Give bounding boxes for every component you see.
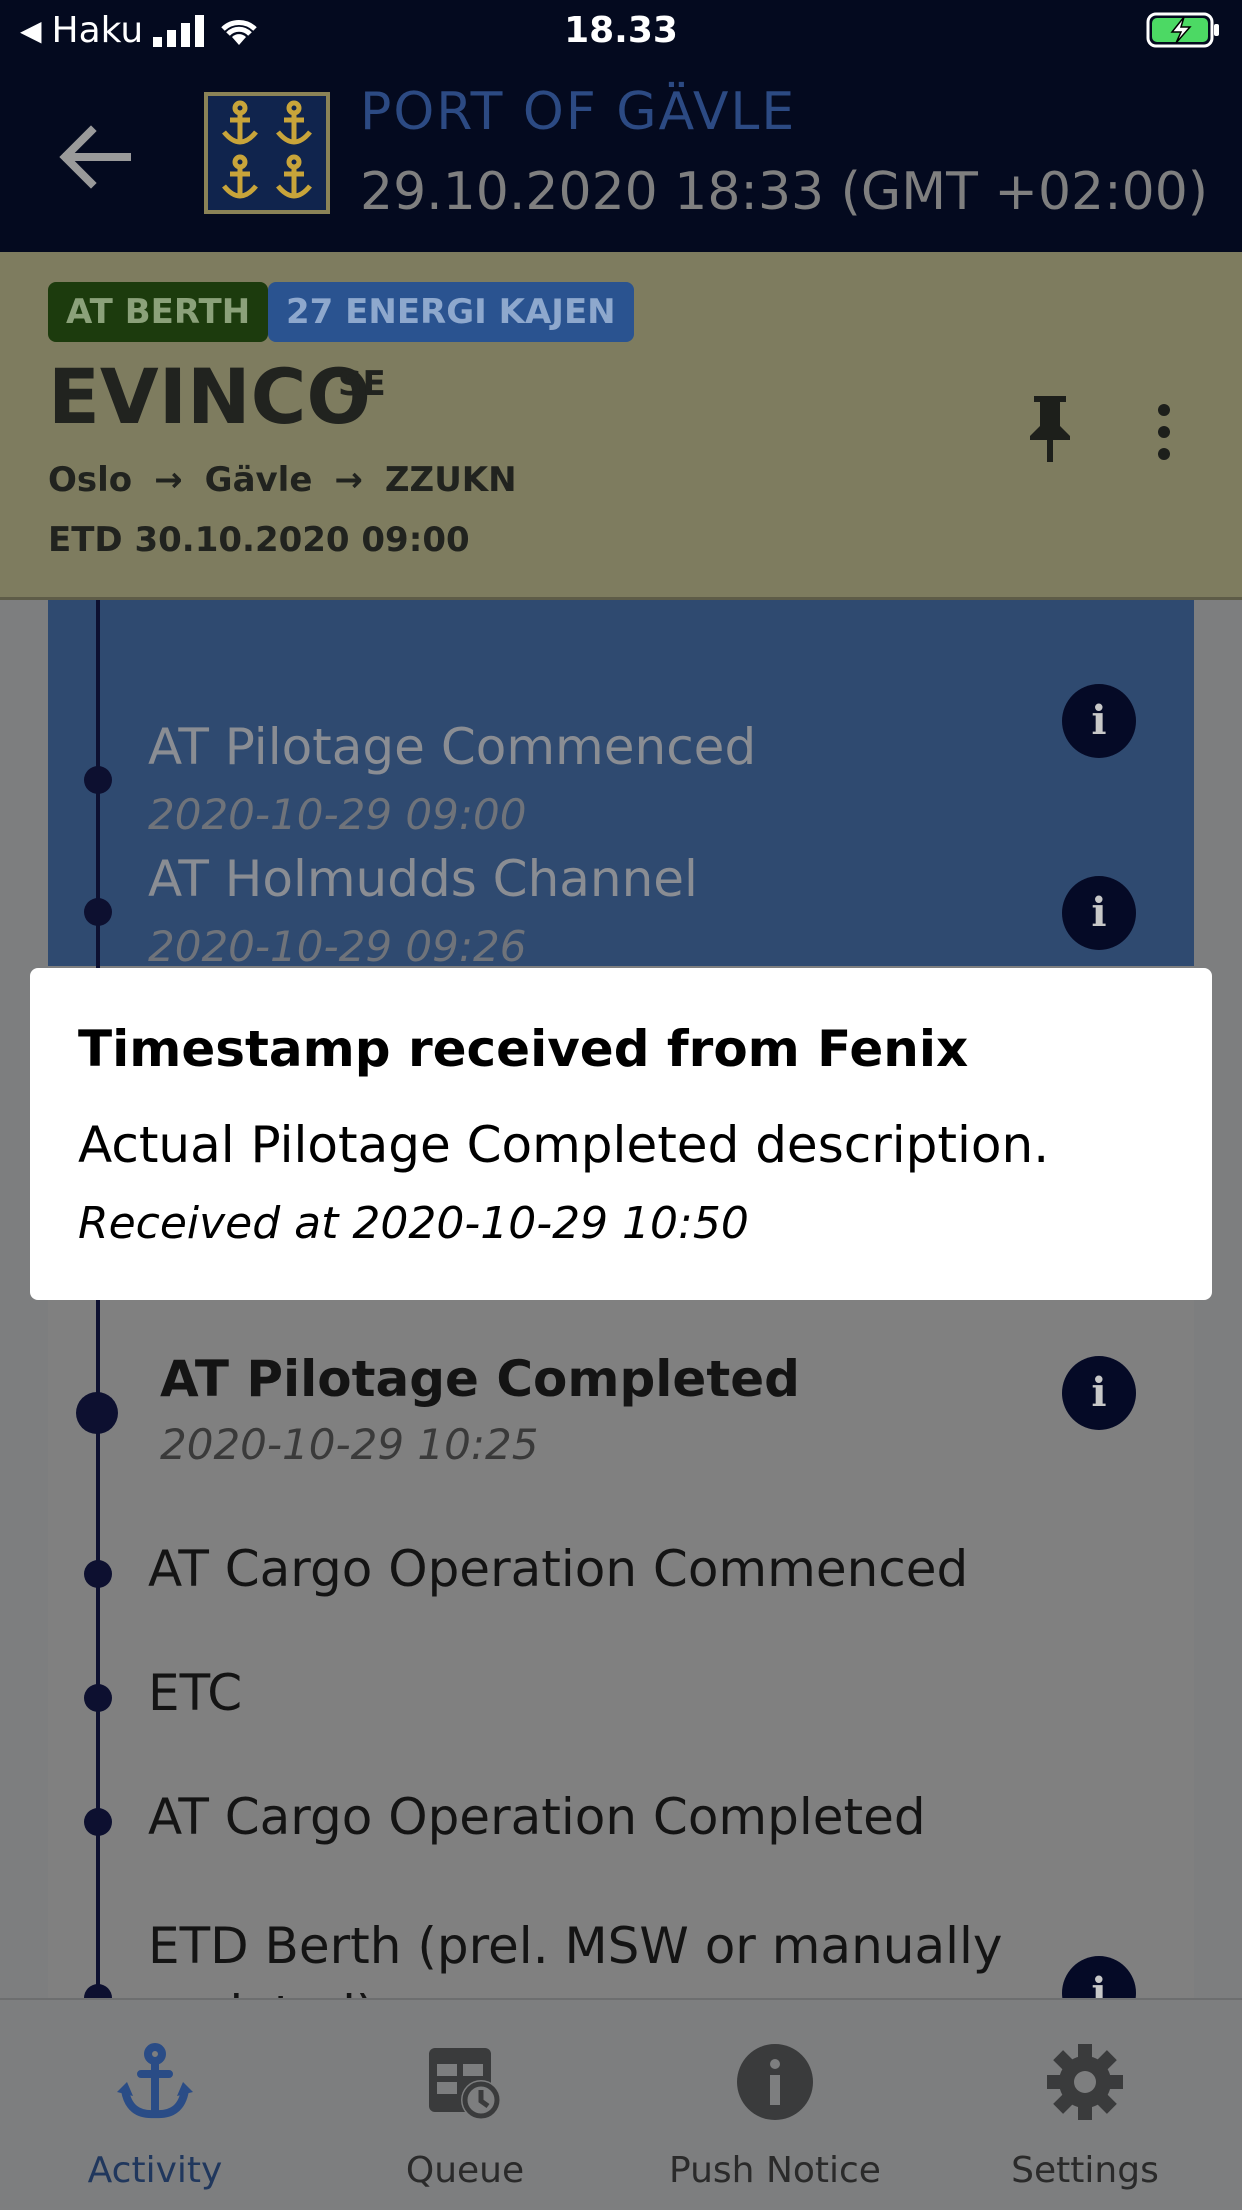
port-name: PORT OF GÄVLE [360, 82, 797, 142]
clock: 18.33 [564, 10, 678, 51]
timeline-item[interactable]: AT Pilotage Completed 2020-10-29 10:25 [48, 1320, 1194, 1500]
dialog-description: Actual Pilotage Completed description. [78, 1116, 1050, 1174]
info-icon[interactable]: i [1062, 876, 1136, 950]
event-title: AT Pilotage Commenced [148, 718, 757, 776]
vessel-flag: SE [338, 364, 386, 404]
calendar-clock-icon [429, 2048, 501, 2120]
timeline-item[interactable]: AT Pilotage Commenced 2020-10-29 09:00 [48, 660, 1194, 840]
etd-label: ETD 30.10.2020 09:00 [48, 520, 470, 560]
port-logo [204, 92, 330, 214]
timestamp-dialog[interactable]: Timestamp received from Fenix Actual Pil… [30, 968, 1212, 1300]
vessel-name: EVINCO [48, 352, 371, 441]
timeline-item[interactable]: ETD Berth (prel. MSW or manually updated… [48, 1892, 1194, 1998]
dialog-title: Timestamp received from Fenix [78, 1020, 969, 1078]
event-date: 2020-10-29 09:26 [148, 922, 527, 971]
timeline-item[interactable]: ETC [48, 1644, 1194, 1754]
timeline-item[interactable]: AT Cargo Operation Commenced [48, 1520, 1194, 1630]
tab-label: Queue [405, 2150, 525, 2191]
vessel-panel: AT BERTH 27 ENERGI KAJEN EVINCO SE Oslo … [0, 252, 1242, 600]
status-badge: AT BERTH [48, 282, 269, 342]
app-header: PORT OF GÄVLE 29.10.2020 18:33 (GMT +02:… [0, 62, 1242, 252]
battery-icon [1146, 12, 1222, 52]
pin-icon[interactable] [1024, 392, 1076, 464]
event-title: AT Holmudds Channel [148, 850, 698, 908]
route-destination: ZZUKN [384, 460, 517, 500]
berth-badge: 27 ENERGI KAJEN [268, 282, 634, 342]
timeline-dot [84, 766, 112, 794]
timeline-dot [84, 1684, 112, 1712]
event-date: 2020-10-29 09:00 [148, 790, 527, 839]
tab-label: Activity [87, 2150, 223, 2191]
tab-push-notice[interactable]: Push Notice [620, 2000, 930, 2210]
event-title: AT Cargo Operation Commenced [148, 1540, 969, 1598]
timeline-dot [84, 1808, 112, 1836]
event-date: 2020-10-29 10:25 [160, 1420, 539, 1469]
route-origin: Oslo [48, 460, 133, 500]
timeline-dot [84, 1560, 112, 1588]
info-icon[interactable]: i [1062, 1356, 1136, 1430]
dialog-received-at: Received at 2020-10-29 10:50 [78, 1198, 749, 1249]
timeline-dot [84, 898, 112, 926]
timeline-item[interactable]: AT Cargo Operation Completed [48, 1768, 1194, 1878]
info-icon [737, 2044, 813, 2120]
info-icon[interactable]: i [1062, 684, 1136, 758]
event-title: ETD Berth (prel. MSW or manually updated… [148, 1917, 1003, 1998]
arrow-right-icon: → [154, 460, 183, 500]
back-arrow-icon[interactable] [55, 117, 135, 197]
arrow-right-icon: → [334, 460, 363, 500]
event-title: AT Pilotage Completed [160, 1350, 800, 1408]
tab-activity[interactable]: Activity [0, 2000, 310, 2210]
timeline-dot-current [76, 1392, 118, 1434]
event-title: ETC [148, 1664, 243, 1722]
tab-settings[interactable]: Settings [930, 2000, 1240, 2210]
port-datetime: 29.10.2020 18:33 (GMT +02:00) [360, 162, 1209, 222]
route-current: Gävle [204, 460, 313, 500]
timeline-dot [84, 1984, 112, 1998]
tab-bar: Activity Queue Push Notice Settings [0, 1998, 1242, 2208]
tab-label: Push Notice [669, 2150, 881, 2191]
more-vert-icon[interactable] [1150, 402, 1178, 462]
tab-queue[interactable]: Queue [310, 2000, 620, 2210]
event-title: AT Cargo Operation Completed [148, 1788, 926, 1846]
tab-label: Settings [1011, 2150, 1159, 2191]
route: Oslo → Gävle → ZZUKN [48, 460, 517, 500]
gear-icon [1047, 2044, 1123, 2120]
anchor-icon [117, 2043, 193, 2119]
status-bar: ◀ Haku 18.33 [0, 0, 1242, 62]
